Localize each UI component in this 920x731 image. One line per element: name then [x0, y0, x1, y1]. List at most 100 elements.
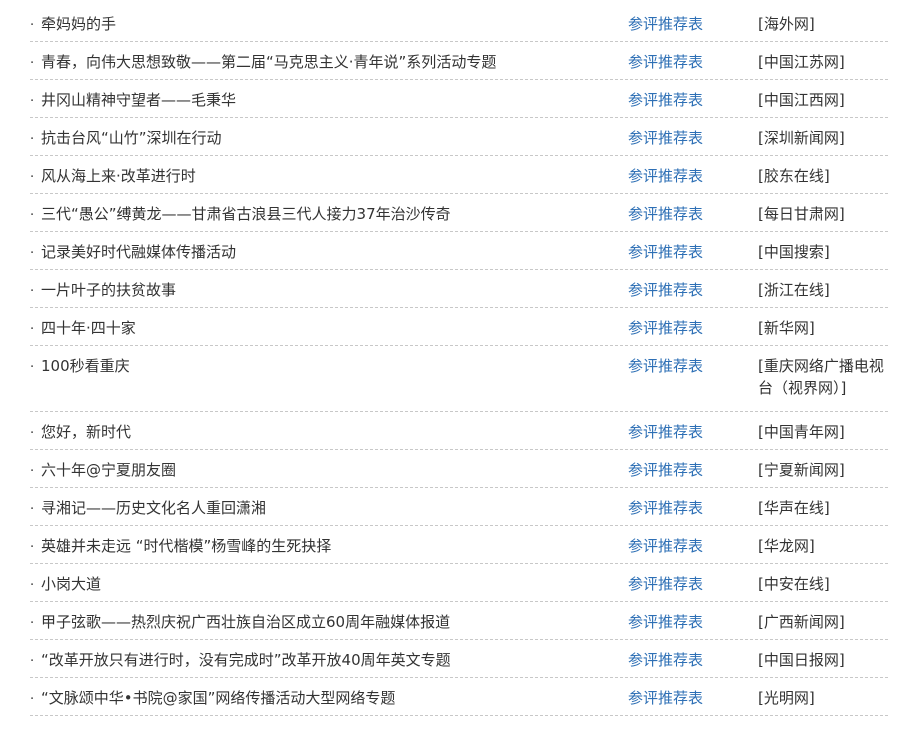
item-title-cell: · 记录美好时代融媒体传播活动: [30, 241, 628, 265]
recommendation-form-link[interactable]: 参评推荐表: [628, 13, 758, 35]
recommendation-form-link[interactable]: 参评推荐表: [628, 355, 758, 377]
recommendation-form-link[interactable]: 参评推荐表: [628, 573, 758, 595]
item-title[interactable]: “文脉颂中华•书院@家国”网络传播活动大型网络专题: [41, 689, 395, 707]
item-source: [中安在线]: [758, 575, 830, 593]
item-title-cell: · “改革开放只有进行时，没有完成时”改革开放40周年英文专题: [30, 649, 628, 673]
bullet-icon: ·: [30, 654, 35, 669]
item-title[interactable]: 您好，新时代: [41, 423, 131, 441]
item-source: [中国搜索]: [758, 243, 830, 261]
item-source: [宁夏新闻网]: [758, 461, 845, 479]
item-title[interactable]: 牵妈妈的手: [41, 15, 116, 33]
item-title[interactable]: 小岗大道: [41, 575, 101, 593]
item-title[interactable]: 寻湘记——历史文化名人重回潇湘: [41, 499, 266, 517]
bullet-icon: ·: [30, 246, 35, 261]
item-title[interactable]: 井冈山精神守望者——毛秉华: [41, 91, 236, 109]
bullet-icon: ·: [30, 208, 35, 223]
list-item: · 英雄并未走远 “时代楷模”杨雪峰的生死抉择 参评推荐表 [华龙网]: [30, 526, 888, 564]
item-title-cell: · 您好，新时代: [30, 421, 628, 445]
bullet-icon: ·: [30, 578, 35, 593]
recommendation-form-link[interactable]: 参评推荐表: [628, 51, 758, 73]
list-item: · 青春，向伟大思想致敬——第二届“马克思主义·青年说”系列活动专题 参评推荐表 …: [30, 42, 888, 80]
recommendation-form-link[interactable]: 参评推荐表: [628, 687, 758, 709]
list-item: · “文脉颂中华•书院@家国”网络传播活动大型网络专题 参评推荐表 [光明网]: [30, 678, 888, 716]
bullet-icon: ·: [30, 132, 35, 147]
recommendation-form-link[interactable]: 参评推荐表: [628, 165, 758, 187]
item-source: [中国青年网]: [758, 423, 845, 441]
item-title[interactable]: 一片叶子的扶贫故事: [41, 281, 176, 299]
item-title-cell: · 六十年@宁夏朋友圈: [30, 459, 628, 483]
recommendation-form-link[interactable]: 参评推荐表: [628, 317, 758, 339]
item-title-cell: · 青春，向伟大思想致敬——第二届“马克思主义·青年说”系列活动专题: [30, 51, 628, 75]
list-item: · 四十年·四十家 参评推荐表 [新华网]: [30, 308, 888, 346]
item-source: [深圳新闻网]: [758, 129, 845, 147]
list-item: · 抗击台风“山竹”深圳在行动 参评推荐表 [深圳新闻网]: [30, 118, 888, 156]
item-title-cell: · “文脉颂中华•书院@家国”网络传播活动大型网络专题: [30, 687, 628, 711]
item-title[interactable]: 风从海上来·改革进行时: [41, 167, 196, 185]
item-title-cell: · 三代“愚公”缚黄龙——甘肃省古浪县三代人接力37年治沙传奇: [30, 203, 628, 227]
list-item: · 井冈山精神守望者——毛秉华 参评推荐表 [中国江西网]: [30, 80, 888, 118]
item-title-cell: · 一片叶子的扶贫故事: [30, 279, 628, 303]
item-title[interactable]: 100秒看重庆: [41, 357, 130, 375]
recommendation-list: · 牵妈妈的手 参评推荐表 [海外网] · 青春，向伟大思想致敬——第二届“马克思主…: [30, 4, 888, 716]
recommendation-form-link[interactable]: 参评推荐表: [628, 241, 758, 263]
item-title[interactable]: “改革开放只有进行时，没有完成时”改革开放40周年英文专题: [41, 651, 451, 669]
item-source: [中国江苏网]: [758, 53, 845, 71]
item-source: [浙江在线]: [758, 281, 830, 299]
item-title-cell: · 甲子弦歌——热烈庆祝广西壮族自治区成立60周年融媒体报道: [30, 611, 628, 635]
item-title-cell: · 小岗大道: [30, 573, 628, 597]
bullet-icon: ·: [30, 56, 35, 71]
list-item: · 您好，新时代 参评推荐表 [中国青年网]: [30, 412, 888, 450]
item-title[interactable]: 甲子弦歌——热烈庆祝广西壮族自治区成立60周年融媒体报道: [41, 613, 450, 631]
recommendation-form-link[interactable]: 参评推荐表: [628, 421, 758, 443]
recommendation-form-link[interactable]: 参评推荐表: [628, 459, 758, 481]
recommendation-form-link[interactable]: 参评推荐表: [628, 535, 758, 557]
item-source: [华龙网]: [758, 537, 815, 555]
list-item: · “改革开放只有进行时，没有完成时”改革开放40周年英文专题 参评推荐表 [中国…: [30, 640, 888, 678]
item-title-cell: · 风从海上来·改革进行时: [30, 165, 628, 189]
item-title-cell: · 100秒看重庆: [30, 355, 628, 379]
item-source: [华声在线]: [758, 499, 830, 517]
recommendation-form-link[interactable]: 参评推荐表: [628, 203, 758, 225]
recommendation-form-link[interactable]: 参评推荐表: [628, 611, 758, 633]
item-source: [新华网]: [758, 319, 815, 337]
bullet-icon: ·: [30, 284, 35, 299]
list-item: · 记录美好时代融媒体传播活动 参评推荐表 [中国搜索]: [30, 232, 888, 270]
item-source: [重庆网络广播电视台（视界网）]: [758, 357, 884, 397]
bullet-icon: ·: [30, 464, 35, 479]
bullet-icon: ·: [30, 170, 35, 185]
item-title[interactable]: 青春，向伟大思想致敬——第二届“马克思主义·青年说”系列活动专题: [41, 53, 496, 71]
recommendation-form-link[interactable]: 参评推荐表: [628, 497, 758, 519]
bullet-icon: ·: [30, 94, 35, 109]
item-title-cell: · 英雄并未走远 “时代楷模”杨雪峰的生死抉择: [30, 535, 628, 559]
item-title-cell: · 牵妈妈的手: [30, 13, 628, 37]
list-item: · 小岗大道 参评推荐表 [中安在线]: [30, 564, 888, 602]
list-item: · 甲子弦歌——热烈庆祝广西壮族自治区成立60周年融媒体报道 参评推荐表 [广西新…: [30, 602, 888, 640]
recommendation-form-link[interactable]: 参评推荐表: [628, 649, 758, 671]
recommendation-form-link[interactable]: 参评推荐表: [628, 279, 758, 301]
bullet-icon: ·: [30, 18, 35, 33]
list-item: · 一片叶子的扶贫故事 参评推荐表 [浙江在线]: [30, 270, 888, 308]
item-title[interactable]: 三代“愚公”缚黄龙——甘肃省古浪县三代人接力37年治沙传奇: [41, 205, 451, 223]
item-title[interactable]: 抗击台风“山竹”深圳在行动: [41, 129, 222, 147]
recommendation-form-link[interactable]: 参评推荐表: [628, 127, 758, 149]
bullet-icon: ·: [30, 692, 35, 707]
item-title[interactable]: 英雄并未走远 “时代楷模”杨雪峰的生死抉择: [41, 537, 331, 555]
bullet-icon: ·: [30, 426, 35, 441]
item-source: [中国江西网]: [758, 91, 845, 109]
item-title[interactable]: 四十年·四十家: [41, 319, 136, 337]
bullet-icon: ·: [30, 502, 35, 517]
item-title-cell: · 四十年·四十家: [30, 317, 628, 341]
recommendation-form-link[interactable]: 参评推荐表: [628, 89, 758, 111]
bullet-icon: ·: [30, 540, 35, 555]
list-item: · 寻湘记——历史文化名人重回潇湘 参评推荐表 [华声在线]: [30, 488, 888, 526]
item-source: [海外网]: [758, 15, 815, 33]
item-title-cell: · 寻湘记——历史文化名人重回潇湘: [30, 497, 628, 521]
item-title[interactable]: 记录美好时代融媒体传播活动: [41, 243, 236, 261]
bullet-icon: ·: [30, 322, 35, 337]
item-title[interactable]: 六十年@宁夏朋友圈: [41, 461, 176, 479]
list-item: · 六十年@宁夏朋友圈 参评推荐表 [宁夏新闻网]: [30, 450, 888, 488]
item-source: [胶东在线]: [758, 167, 830, 185]
item-source: [中国日报网]: [758, 651, 845, 669]
item-source: [每日甘肃网]: [758, 205, 845, 223]
list-item: · 风从海上来·改革进行时 参评推荐表 [胶东在线]: [30, 156, 888, 194]
